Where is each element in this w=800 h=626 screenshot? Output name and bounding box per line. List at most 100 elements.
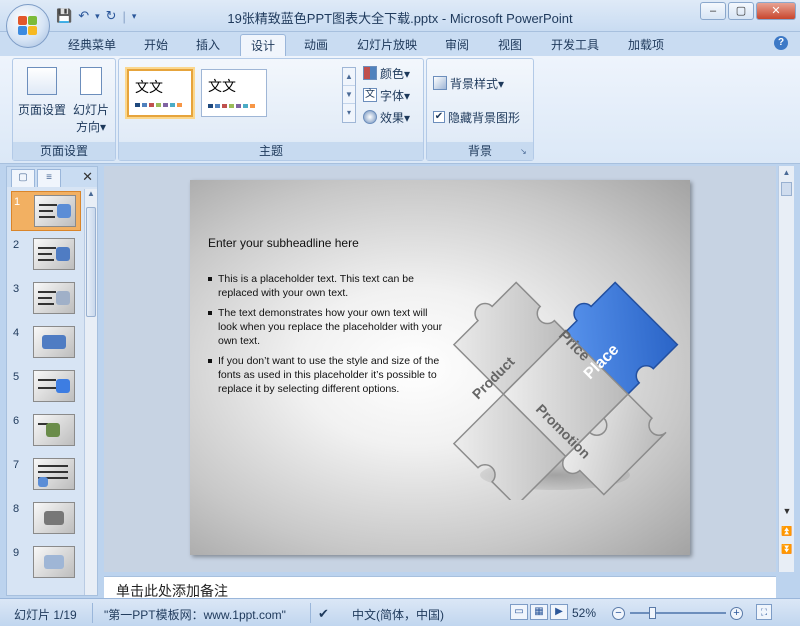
dialog-launcher-icon[interactable]: ↘	[520, 147, 530, 157]
slides-pane-scroll-thumb[interactable]	[86, 207, 96, 317]
tab-home[interactable]: 开始	[134, 34, 178, 56]
slide-thumbnail-image	[33, 546, 75, 578]
tab-animation[interactable]: 动画	[294, 34, 338, 56]
slide-number: 7	[13, 459, 20, 471]
title-bar: 💾 ↶ ▾ ↻ | ▾ 19张精致蓝色PPT图表大全下载.pptx - Micr…	[0, 0, 800, 32]
zoom-level[interactable]: 52%	[572, 606, 596, 620]
background-group: 背景样式▾ ✔ 隐藏背景图形 背景 ↘	[426, 58, 534, 161]
slide-thumbnail[interactable]: 2	[11, 235, 81, 275]
tab-addins[interactable]: 加载项	[618, 34, 674, 56]
slide-thumbnail[interactable]: 9	[11, 543, 81, 583]
view-buttons: ▭ ▦ ▶	[510, 604, 568, 620]
slide-thumbnail[interactable]: 5	[11, 367, 81, 407]
slide-thumbnail-image	[34, 195, 76, 227]
tab-classic-menu[interactable]: 经典菜单	[58, 34, 126, 56]
tab-review[interactable]: 审阅	[435, 34, 479, 56]
zoom-out-icon[interactable]: −	[612, 607, 625, 620]
slide-thumbnail[interactable]: 7	[11, 455, 81, 495]
gallery-up-icon[interactable]: ▲	[343, 68, 355, 86]
scroll-up-icon[interactable]: ▲	[85, 189, 97, 198]
tab-slideshow[interactable]: 幻灯片放映	[347, 34, 427, 56]
tab-outline[interactable]: ≡	[37, 169, 61, 187]
language[interactable]: 中文(简体，中国)	[352, 606, 444, 623]
page-setup-button[interactable]: 页面设置	[17, 67, 67, 118]
theme-thumbnail-alt[interactable]: 文文	[201, 69, 267, 117]
editor-scroll-thumb[interactable]	[781, 182, 792, 196]
background-styles-button[interactable]: 背景样式▾	[433, 73, 504, 93]
effects-icon	[363, 110, 377, 124]
theme-colors-button[interactable]: 颜色▾	[363, 63, 410, 83]
normal-view-icon[interactable]: ▭	[510, 604, 528, 620]
page-setup-icon	[27, 67, 57, 95]
orientation-label-2: 方向▾	[75, 120, 107, 134]
fit-to-window-icon[interactable]: ⛶	[756, 604, 772, 620]
ribbon: 页面设置 幻灯片 方向▾ 页面设置 文文 文文 ▲ ▼ ▾ 颜色▾ 文 字体▾ …	[0, 56, 800, 164]
zoom-in-icon[interactable]: +	[730, 607, 743, 620]
theme-fonts-button[interactable]: 文 字体▾	[363, 85, 410, 105]
theme-name: "第一PPT模板网：www.1ppt.com"	[104, 608, 286, 622]
slide-thumbnail-image	[33, 282, 75, 314]
theme-color-bars	[135, 103, 182, 107]
tab-developer[interactable]: 开发工具	[541, 34, 609, 56]
slide-count: 幻灯片 1/19	[14, 608, 77, 622]
slide-bullet-list[interactable]: This is a placeholder text. This text ca…	[208, 272, 444, 402]
slide-editing-area: Enter your subheadline here This is a pl…	[104, 166, 776, 572]
slide-thumbnail-image	[33, 458, 75, 490]
restore-button[interactable]: ▢	[728, 2, 754, 20]
slide-number: 5	[13, 371, 20, 383]
hide-background-graphics[interactable]: ✔ 隐藏背景图形	[433, 107, 520, 127]
scroll-down-icon[interactable]: ▼	[779, 506, 795, 516]
theme-effects-button[interactable]: 效果▾	[363, 107, 410, 127]
status-divider	[92, 603, 93, 623]
close-button[interactable]: ✕	[756, 2, 796, 20]
slide-thumbnail[interactable]: 1	[11, 191, 81, 231]
slide-thumbnail[interactable]: 3	[11, 279, 81, 319]
slides-pane-scrollbar[interactable]: ▲	[84, 189, 97, 595]
slides-pane-tabs: ▢ ≡ ✕	[7, 167, 97, 187]
effects-label: 效果▾	[380, 110, 411, 125]
tab-view[interactable]: 视图	[488, 34, 532, 56]
tab-insert[interactable]: 插入	[186, 34, 230, 56]
next-slide-icon[interactable]: ⏬	[779, 544, 795, 555]
slide-number: 9	[13, 547, 20, 559]
tab-design[interactable]: 设计	[240, 34, 287, 56]
orientation-label-1: 幻灯片	[72, 103, 109, 117]
gallery-more-icon[interactable]: ▾	[343, 104, 355, 122]
slide-number: 4	[13, 327, 20, 339]
notes-pane[interactable]: 单击此处添加备注	[104, 576, 776, 599]
zoom-slider-knob[interactable]	[649, 607, 657, 619]
scroll-up-icon[interactable]: ▲	[779, 166, 794, 180]
slide-number: 2	[13, 239, 20, 251]
editor-scrollbar[interactable]: ▲ ▼ ⏫ ⏬	[778, 166, 794, 572]
window-title: 19张精致蓝色PPT图表大全下载.pptx - Microsoft PowerP…	[227, 11, 573, 26]
slide-thumbnail-image	[33, 370, 75, 402]
minimize-button[interactable]: –	[700, 2, 726, 20]
status-divider	[310, 603, 311, 623]
gallery-down-icon[interactable]: ▼	[343, 86, 355, 104]
office-button[interactable]	[6, 4, 50, 48]
puzzle-diagram[interactable]: Price Place Product Promotion	[440, 260, 680, 500]
page-setup-label: 页面设置	[17, 103, 66, 117]
slide-thumbnail[interactable]: 8	[11, 499, 81, 539]
slide-thumbnail[interactable]: 6	[11, 411, 81, 451]
slideshow-view-icon[interactable]: ▶	[550, 604, 568, 620]
slide-sorter-icon[interactable]: ▦	[530, 604, 548, 620]
bullet-item: This is a placeholder text. This text ca…	[208, 272, 444, 300]
close-pane-icon[interactable]: ✕	[82, 169, 93, 185]
theme-thumbnail-office[interactable]: 文文	[127, 69, 193, 117]
slide-thumbnail[interactable]: 4	[11, 323, 81, 363]
theme-gallery-scrollbar[interactable]: ▲ ▼ ▾	[342, 67, 356, 123]
hide-background-checkbox[interactable]: ✔	[433, 111, 445, 123]
fonts-icon: 文	[363, 88, 377, 102]
theme-thumbnail-text: 文文	[208, 79, 236, 95]
zoom-slider[interactable]: − +	[612, 607, 744, 620]
slide-orientation-button[interactable]: 幻灯片 方向▾	[69, 67, 113, 135]
previous-slide-icon[interactable]: ⏫	[779, 526, 795, 537]
current-slide[interactable]: Enter your subheadline here This is a pl…	[190, 180, 690, 555]
slide-thumbnail-image	[33, 238, 75, 270]
spellcheck-icon[interactable]: ✔	[318, 606, 329, 622]
help-icon[interactable]: ?	[774, 36, 788, 50]
tab-slides[interactable]: ▢	[11, 169, 35, 187]
slide-subheadline[interactable]: Enter your subheadline here	[208, 236, 359, 250]
page-setup-group-label: 页面设置	[13, 142, 115, 160]
